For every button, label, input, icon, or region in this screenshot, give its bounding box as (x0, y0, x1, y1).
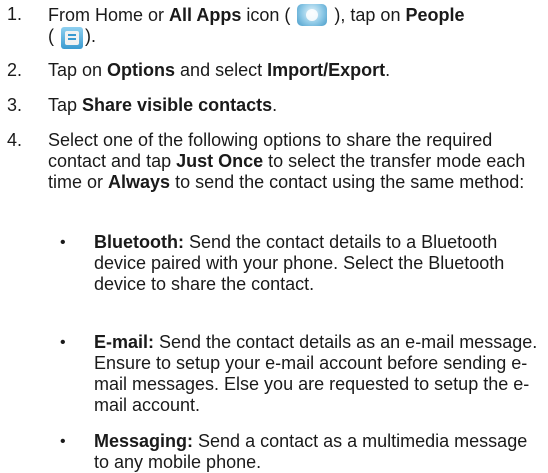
option-text: Bluetooth: Send the contact details to a… (94, 232, 505, 294)
just-once-label: Just Once (176, 151, 264, 171)
all-apps-icon (297, 4, 328, 26)
step-number: 3. (7, 95, 23, 115)
always-label: Always (108, 172, 171, 192)
step-text: Select one of the following options to s… (48, 130, 526, 192)
import-export-label: Import/Export (267, 60, 386, 80)
all-apps-label: All Apps (169, 5, 242, 25)
share-visible-contacts-label: Share visible contacts (82, 95, 273, 115)
step-text: Tap Share visible contacts. (48, 95, 278, 115)
bullet: • (60, 234, 66, 251)
option-text: Messaging: Send a contact as a multimedi… (94, 431, 528, 472)
step-number: 4. (7, 130, 23, 150)
instruction-page: 1. From Home or All Apps icon ( ), tap o… (0, 0, 548, 472)
step-number: 1. (7, 4, 23, 24)
step-text: From Home or All Apps icon ( ), tap on P… (48, 4, 538, 49)
option-label: E-mail: (94, 332, 155, 352)
option-text: E-mail: Send the contact details as an e… (94, 332, 538, 415)
bullet: • (60, 433, 66, 450)
people-icon (61, 27, 83, 49)
option-label: Bluetooth: (94, 232, 184, 252)
step-number: 2. (7, 60, 23, 80)
bullet: • (60, 334, 66, 351)
option-label: Messaging: (94, 431, 194, 451)
people-label: People (405, 5, 465, 25)
step-text: Tap on Options and select Import/Export. (48, 60, 391, 80)
options-label: Options (107, 60, 176, 80)
